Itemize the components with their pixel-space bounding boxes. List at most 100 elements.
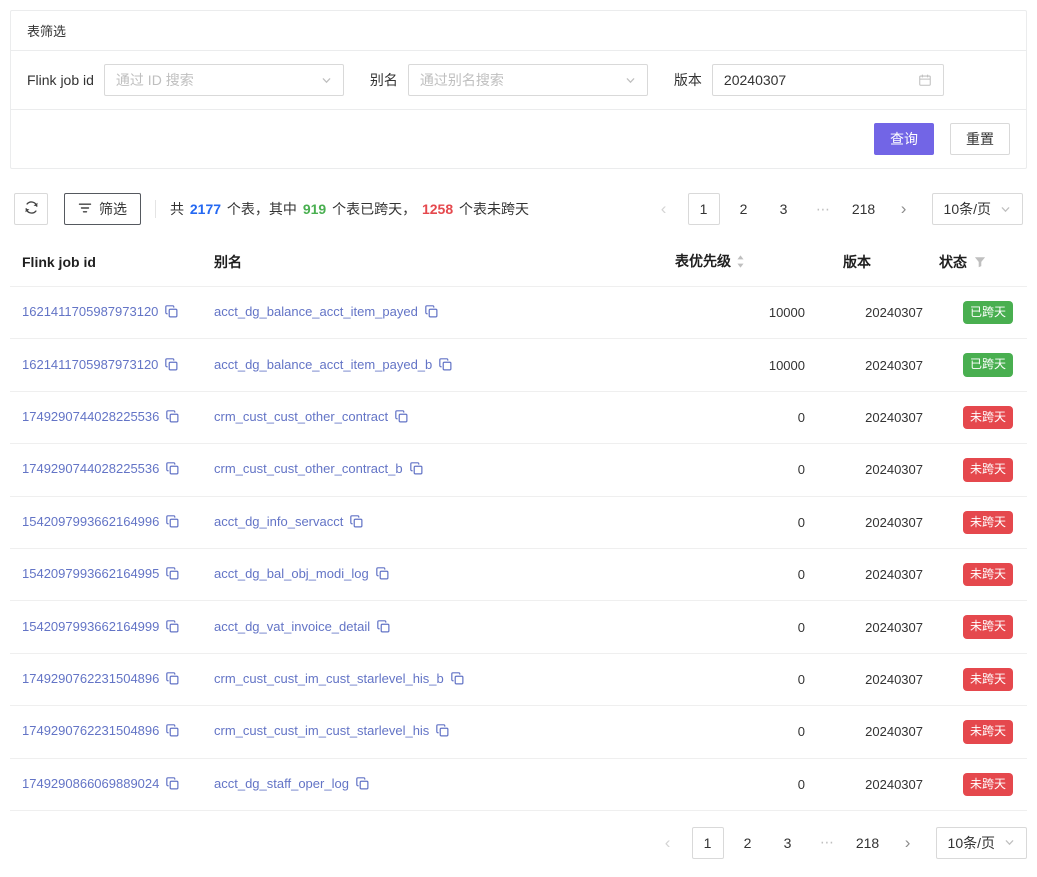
flink-job-id-link[interactable]: 1749290866069889024 bbox=[22, 776, 159, 791]
copy-icon[interactable] bbox=[377, 620, 390, 636]
pagination-top: ‹123⋯218›10条/页 bbox=[648, 193, 1023, 225]
flink-job-id-link[interactable]: 1542097993662164999 bbox=[22, 619, 159, 634]
flink-job-id-link[interactable]: 1542097993662164995 bbox=[22, 566, 159, 581]
summary-text: 共 2177 个表，其中 919 个表已跨天， 1258 个表未跨天 bbox=[170, 199, 529, 219]
flink-job-id-cell: 1621411705987973120 bbox=[10, 339, 206, 391]
copy-icon[interactable] bbox=[395, 410, 408, 426]
alias-link[interactable]: crm_cust_cust_other_contract_b bbox=[214, 461, 403, 476]
copy-icon[interactable] bbox=[436, 724, 449, 740]
header-priority[interactable]: 表优先级 bbox=[667, 243, 835, 287]
pagination-page-218[interactable]: 218 bbox=[848, 193, 880, 225]
summary-seg: 共 bbox=[170, 201, 188, 217]
flink-job-id-cell: 1749290762231504896 bbox=[10, 706, 206, 758]
alias-link[interactable]: acct_dg_balance_acct_item_payed_b bbox=[214, 357, 432, 372]
flink-job-id-link[interactable]: 1542097993662164996 bbox=[22, 514, 159, 529]
alias-link[interactable]: acct_dg_balance_acct_item_payed bbox=[214, 304, 418, 319]
alias-cell: crm_cust_cust_other_contract bbox=[206, 391, 667, 443]
flink-job-id-cell: 1749290744028225536 bbox=[10, 391, 206, 443]
alias-link[interactable]: crm_cust_cust_other_contract bbox=[214, 409, 388, 424]
flink-job-id-label: Flink job id bbox=[27, 72, 94, 88]
alias-link[interactable]: acct_dg_info_servacct bbox=[214, 514, 343, 529]
filter-funnel-icon[interactable] bbox=[974, 255, 986, 271]
copy-icon[interactable] bbox=[166, 515, 179, 531]
status-badge: 未跨天 bbox=[963, 406, 1013, 429]
query-button[interactable]: 查询 bbox=[874, 123, 934, 155]
status-cell: 未跨天 bbox=[931, 444, 1027, 496]
filter-panel: 表筛选 Flink job id 通过 ID 搜索 别名 通过别名搜索 bbox=[10, 10, 1027, 169]
filter-toggle-button[interactable]: 筛选 bbox=[64, 193, 141, 225]
flink-job-id-link[interactable]: 1749290762231504896 bbox=[22, 723, 159, 738]
pagination-page-1[interactable]: 1 bbox=[692, 827, 724, 859]
version-cell: 20240307 bbox=[835, 287, 931, 339]
reset-button[interactable]: 重置 bbox=[950, 123, 1010, 155]
table-header-row: Flink job id 别名 表优先级 版本 状态 bbox=[10, 243, 1027, 287]
copy-icon[interactable] bbox=[166, 620, 179, 636]
alias-link[interactable]: acct_dg_vat_invoice_detail bbox=[214, 619, 370, 634]
flink-job-id-link[interactable]: 1749290762231504896 bbox=[22, 671, 159, 686]
copy-icon[interactable] bbox=[439, 358, 452, 374]
header-flink-job-id[interactable]: Flink job id bbox=[10, 243, 206, 287]
alias-link[interactable]: crm_cust_cust_im_cust_starlevel_his_b bbox=[214, 671, 444, 686]
copy-icon[interactable] bbox=[166, 724, 179, 740]
pagination-prev-icon[interactable]: ‹ bbox=[648, 193, 680, 225]
copy-icon[interactable] bbox=[356, 777, 369, 793]
table-row: 1621411705987973120 acct_dg_balance_acct… bbox=[10, 287, 1027, 339]
copy-icon[interactable] bbox=[425, 305, 438, 321]
header-version[interactable]: 版本 bbox=[835, 243, 931, 287]
version-date-input[interactable]: 20240307 bbox=[712, 64, 944, 96]
pagination-page-3[interactable]: 3 bbox=[768, 193, 800, 225]
page: 表筛选 Flink job id 通过 ID 搜索 别名 通过别名搜索 bbox=[0, 0, 1037, 877]
uncrossed-count: 1258 bbox=[422, 201, 453, 217]
flink-job-id-link[interactable]: 1621411705987973120 bbox=[22, 357, 158, 372]
pagination-page-1[interactable]: 1 bbox=[688, 193, 720, 225]
header-status[interactable]: 状态 bbox=[931, 243, 1027, 287]
copy-icon[interactable] bbox=[350, 515, 363, 531]
filter-toggle-label: 筛选 bbox=[99, 199, 127, 219]
status-badge: 未跨天 bbox=[963, 458, 1013, 481]
flink-job-id-link[interactable]: 1749290744028225536 bbox=[22, 461, 159, 476]
sort-icon[interactable] bbox=[736, 256, 745, 272]
version-value: 20240307 bbox=[724, 72, 918, 88]
copy-icon[interactable] bbox=[166, 777, 179, 793]
copy-icon[interactable] bbox=[166, 567, 179, 583]
version-cell: 20240307 bbox=[835, 706, 931, 758]
pagination-next-icon[interactable]: › bbox=[892, 827, 924, 859]
table-body: 1621411705987973120 acct_dg_balance_acct… bbox=[10, 287, 1027, 811]
copy-icon[interactable] bbox=[451, 672, 464, 688]
pagination-page-2[interactable]: 2 bbox=[728, 193, 760, 225]
copy-icon[interactable] bbox=[410, 462, 423, 478]
refresh-button[interactable] bbox=[14, 193, 48, 225]
status-cell: 未跨天 bbox=[931, 601, 1027, 653]
copy-icon[interactable] bbox=[166, 410, 179, 426]
alias-link[interactable]: crm_cust_cust_im_cust_starlevel_his bbox=[214, 723, 429, 738]
alias-link[interactable]: acct_dg_bal_obj_modi_log bbox=[214, 566, 369, 581]
flink-job-id-cell: 1542097993662164999 bbox=[10, 601, 206, 653]
page-size-select[interactable]: 10条/页 bbox=[932, 193, 1023, 225]
flink-job-id-link[interactable]: 1749290744028225536 bbox=[22, 409, 159, 424]
alias-link[interactable]: acct_dg_staff_oper_log bbox=[214, 776, 349, 791]
alias-cell: acct_dg_balance_acct_item_payed bbox=[206, 287, 667, 339]
chevron-down-icon bbox=[1004, 837, 1015, 848]
pagination-page-218[interactable]: 218 bbox=[852, 827, 884, 859]
page-size-select[interactable]: 10条/页 bbox=[936, 827, 1027, 859]
flink-job-id-cell: 1542097993662164995 bbox=[10, 548, 206, 600]
copy-icon[interactable] bbox=[165, 305, 178, 321]
header-alias[interactable]: 别名 bbox=[206, 243, 667, 287]
chevron-down-icon bbox=[1000, 204, 1011, 215]
status-badge: 已跨天 bbox=[963, 301, 1013, 324]
pagination-page-3[interactable]: 3 bbox=[772, 827, 804, 859]
pagination-next-icon[interactable]: › bbox=[888, 193, 920, 225]
priority-cell: 0 bbox=[667, 653, 835, 705]
alias-select[interactable]: 通过别名搜索 bbox=[408, 64, 648, 96]
flink-job-id-link[interactable]: 1621411705987973120 bbox=[22, 304, 158, 319]
copy-icon[interactable] bbox=[166, 672, 179, 688]
copy-icon[interactable] bbox=[165, 358, 178, 374]
version-cell: 20240307 bbox=[835, 548, 931, 600]
pagination-prev-icon[interactable]: ‹ bbox=[652, 827, 684, 859]
pagination-page-2[interactable]: 2 bbox=[732, 827, 764, 859]
copy-icon[interactable] bbox=[166, 462, 179, 478]
flink-job-id-select[interactable]: 通过 ID 搜索 bbox=[104, 64, 344, 96]
priority-cell: 0 bbox=[667, 601, 835, 653]
copy-icon[interactable] bbox=[376, 567, 389, 583]
table-row: 1542097993662164996 acct_dg_info_servacc… bbox=[10, 496, 1027, 548]
